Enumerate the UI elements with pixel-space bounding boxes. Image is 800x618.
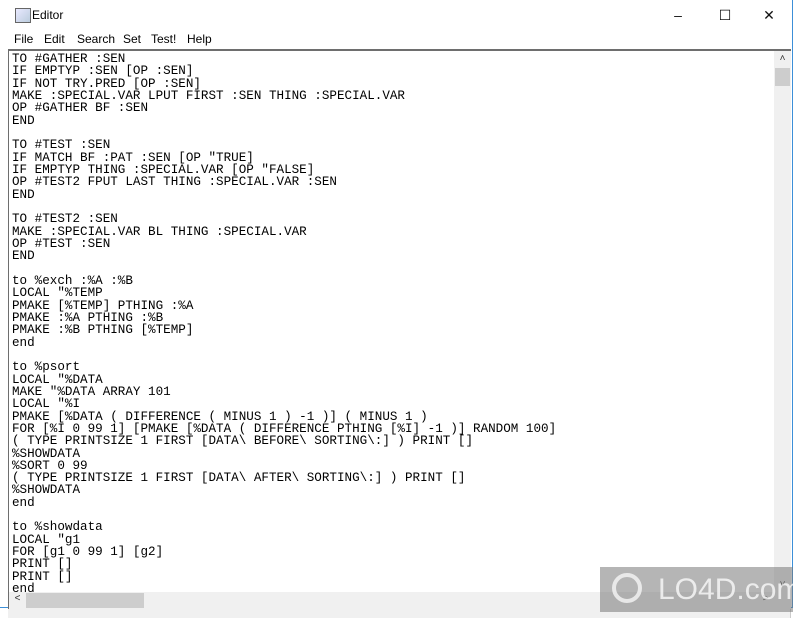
code-line: ( TYPE PRINTSIZE 1 FIRST [DATA\ BEFORE\ … (12, 434, 474, 449)
code-line: %SHOWDATA (12, 483, 81, 498)
scroll-left-icon[interactable]: < (9, 593, 26, 604)
menu-help[interactable]: Help (187, 32, 212, 46)
code-line: ( TYPE PRINTSIZE 1 FIRST [DATA\ AFTER\ S… (12, 471, 466, 486)
code-line: FOR [g1 0 99 1] [g2] (12, 545, 164, 560)
title-bar[interactable]: Editor – ☐ ✕ (0, 0, 792, 30)
refresh-logo-icon (612, 573, 642, 603)
code-line: to %psort (12, 360, 81, 375)
minimize-button[interactable]: – (655, 4, 701, 26)
vertical-scroll-thumb[interactable] (775, 68, 790, 86)
code-line: LOCAL "%TEMP (12, 286, 103, 301)
code-line: to %showdata (12, 520, 103, 535)
code-line: PRINT [] (12, 569, 73, 584)
menu-file[interactable]: File (14, 32, 33, 46)
code-line: MAKE "%DATA ARRAY 101 (12, 384, 171, 399)
code-line: PMAKE [%DATA ( DIFFERENCE ( MINUS 1 ) -1… (12, 409, 428, 424)
code-line: OP #GATHER BF :SEN (12, 101, 149, 116)
code-line: PRINT [] (12, 557, 73, 572)
menu-test[interactable]: Test! (151, 32, 176, 46)
code-line: END (12, 249, 35, 264)
code-line: end (12, 335, 35, 350)
code-line: END (12, 113, 35, 128)
code-line: PMAKE :%B PTHING [%TEMP] (12, 323, 194, 338)
code-line: OP #TEST2 FPUT LAST THING :SPECIAL.VAR :… (12, 175, 337, 190)
code-line: LOCAL "%DATA (12, 372, 103, 387)
watermark-text: LO4D.com (658, 573, 800, 606)
code-line: %SHOWDATA (12, 446, 81, 461)
code-line: TO #TEST2 :SEN (12, 212, 118, 227)
horizontal-scroll-thumb[interactable] (26, 593, 144, 608)
code-line: IF EMPTYP :SEN [OP :SEN] (12, 64, 194, 79)
code-text[interactable]: TO #GATHER :SEN IF EMPTYP :SEN [OP :SEN] I… (12, 53, 556, 596)
close-button[interactable]: ✕ (746, 4, 792, 26)
editor-window: Editor – ☐ ✕ File Edit Search Set Test! … (0, 0, 793, 609)
window-title: Editor (32, 8, 64, 22)
code-line: END (12, 187, 35, 202)
scroll-up-icon[interactable]: ˄ (774, 53, 791, 64)
code-line: TO #TEST :SEN (12, 138, 111, 153)
code-line: OP #TEST :SEN (12, 236, 111, 251)
code-line: LOCAL "%I (12, 397, 81, 412)
code-editor[interactable]: TO #GATHER :SEN IF EMPTYP :SEN [OP :SEN] I… (8, 49, 791, 609)
maximize-button[interactable]: ☐ (702, 4, 748, 26)
menu-set[interactable]: Set (123, 32, 141, 46)
menu-bar: File Edit Search Set Test! Help (0, 30, 792, 49)
watermark-logo: LO4D.com (600, 567, 800, 612)
menu-search[interactable]: Search (77, 32, 115, 46)
vertical-scrollbar[interactable]: ˄ ˅ (774, 51, 791, 592)
menu-edit[interactable]: Edit (44, 32, 65, 46)
code-line: end (12, 495, 35, 510)
app-icon (15, 8, 31, 23)
